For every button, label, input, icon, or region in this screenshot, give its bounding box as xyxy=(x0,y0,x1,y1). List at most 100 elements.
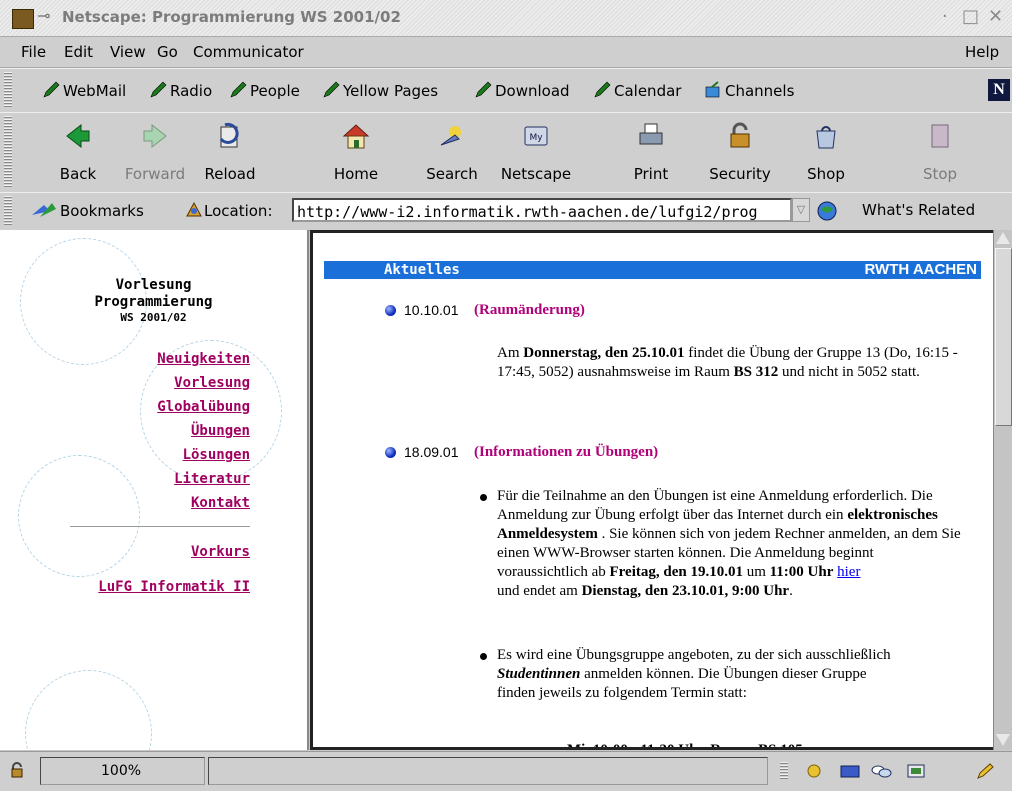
progress-indicator: 100% xyxy=(40,757,205,785)
menu-edit[interactable]: Edit xyxy=(64,43,93,61)
news-date: 10.10.01 xyxy=(404,302,459,318)
location-icon xyxy=(186,201,202,217)
stop-icon xyxy=(931,124,949,148)
nav-link-vorkurs[interactable]: Vorkurs xyxy=(191,544,250,560)
menu-help[interactable]: Help xyxy=(965,43,999,61)
personal-item-radio[interactable]: Radio xyxy=(149,81,212,100)
bookmarks-button[interactable]: Bookmarks xyxy=(30,201,144,220)
status-message xyxy=(208,757,768,785)
whats-related-button[interactable]: What's Related xyxy=(862,201,975,219)
discussions-icon[interactable] xyxy=(870,762,892,780)
pencil-icon xyxy=(43,81,60,98)
pencil-icon xyxy=(150,81,167,98)
list-bullet xyxy=(480,653,487,660)
menu-communicator[interactable]: Communicator xyxy=(193,43,304,61)
url-input[interactable]: http://www-i2.informatik.rwth-aachen.de/… xyxy=(292,198,792,222)
rwth-logo: RWTH AACHEN xyxy=(864,261,978,278)
news-body: Am Donnerstag, den 25.10.01 findet die Ü… xyxy=(497,345,958,380)
navigation-frame: Vorlesung Programmierung WS 2001/02 Neui… xyxy=(0,230,309,750)
news-bullet-icon xyxy=(385,305,396,316)
forward-button[interactable]: Forward xyxy=(115,121,195,187)
gear-decoration xyxy=(25,670,152,750)
gear-decoration xyxy=(18,455,140,577)
location-toolbar: Bookmarks Location: http://www-i2.inform… xyxy=(0,192,1012,231)
netscape-button[interactable]: My Netscape xyxy=(496,121,576,187)
minimize-button[interactable]: · xyxy=(942,6,948,27)
shop-button[interactable]: Shop xyxy=(786,121,866,187)
edit-pencil-icon[interactable] xyxy=(975,762,997,780)
pencil-icon xyxy=(230,81,247,98)
menu-bar: File Edit View Go Communicator Help xyxy=(0,37,1012,68)
news-paragraph: Für die Teilnahme an den Übungen ist ein… xyxy=(497,488,961,599)
content-frame: Aktuelles RWTH AACHEN 10.10.01 (Raumände… xyxy=(310,230,993,750)
mail-icon[interactable] xyxy=(839,762,861,780)
nav-link-loesungen[interactable]: Lösungen xyxy=(183,447,250,463)
shop-icon xyxy=(816,126,836,149)
pencil-icon xyxy=(323,81,340,98)
personal-item-channels[interactable]: Channels xyxy=(704,81,794,100)
pencil-icon xyxy=(594,81,611,98)
forward-arrow-icon xyxy=(143,123,167,149)
nav-link-kontakt[interactable]: Kontakt xyxy=(191,495,250,511)
scroll-up-arrow-icon[interactable] xyxy=(996,232,1010,244)
personal-item-download[interactable]: Download xyxy=(474,81,570,100)
search-icon xyxy=(440,126,461,146)
security-lock-icon xyxy=(730,122,750,148)
navigator-icon[interactable] xyxy=(803,762,825,780)
maximize-button[interactable]: □ xyxy=(962,6,979,27)
composer-icon[interactable] xyxy=(905,762,927,780)
anmeldung-link[interactable]: hier xyxy=(837,564,860,580)
scroll-down-arrow-icon[interactable] xyxy=(996,734,1010,746)
nav-link-vorlesung[interactable]: Vorlesung xyxy=(174,375,250,391)
close-button[interactable]: ✕ xyxy=(988,6,1003,27)
channels-icon xyxy=(705,81,720,98)
toolbar-grip[interactable] xyxy=(4,196,12,226)
netscape-app-icon[interactable] xyxy=(12,9,34,29)
nav-divider xyxy=(70,526,250,527)
nav-link-uebungen[interactable]: Übungen xyxy=(191,423,250,439)
pencil-icon xyxy=(475,81,492,98)
netscape-icon: My xyxy=(524,126,548,146)
security-button[interactable]: Security xyxy=(700,121,780,187)
print-button[interactable]: Print xyxy=(611,121,691,187)
menu-go[interactable]: Go xyxy=(157,43,178,61)
section-title: Aktuelles xyxy=(384,262,460,278)
window-title: Netscape: Programmierung WS 2001/02 xyxy=(62,8,401,26)
reload-button[interactable]: Reload xyxy=(190,121,270,187)
personal-item-people[interactable]: People xyxy=(229,81,300,100)
svg-text:My: My xyxy=(529,133,543,143)
scroll-thumb[interactable] xyxy=(995,248,1012,426)
stop-button[interactable]: Stop xyxy=(900,121,980,187)
tray-grip[interactable] xyxy=(780,762,788,780)
back-button[interactable]: Back xyxy=(38,121,118,187)
pin-icon[interactable]: ⊸ xyxy=(37,6,50,25)
news-heading: (Raumänderung) xyxy=(474,302,585,318)
netscape-n-logo[interactable]: N xyxy=(988,79,1010,101)
list-bullet xyxy=(480,494,487,501)
personal-item-calendar[interactable]: Calendar xyxy=(593,81,681,100)
nav-link-neuigkeiten[interactable]: Neuigkeiten xyxy=(157,351,250,367)
news-date: 18.09.01 xyxy=(404,444,459,460)
home-button[interactable]: Home xyxy=(316,121,396,187)
toolbar-grip[interactable] xyxy=(4,116,12,188)
course-semester: WS 2001/02 xyxy=(120,311,187,324)
url-dropdown-button[interactable]: ▽ xyxy=(792,198,810,222)
personal-item-yellow-pages[interactable]: Yellow Pages xyxy=(322,81,438,100)
nav-link-literatur[interactable]: Literatur xyxy=(174,471,250,487)
nav-link-lufg[interactable]: LuFG Informatik II xyxy=(98,579,250,595)
news-bullet-icon xyxy=(385,447,396,458)
toolbar-grip[interactable] xyxy=(4,72,12,108)
print-icon xyxy=(639,123,663,145)
personal-item-webmail[interactable]: WebMail xyxy=(42,81,126,100)
nav-link-globaluebung[interactable]: Globalübung xyxy=(157,399,250,415)
security-lock-icon[interactable] xyxy=(9,762,25,778)
bookmarks-icon xyxy=(32,203,56,217)
menu-file[interactable]: File xyxy=(21,43,46,61)
home-icon xyxy=(342,124,370,149)
vertical-scrollbar[interactable] xyxy=(993,230,1012,750)
news-termin: Mi, 10:00 - 11:30 Uhr, Raum: BS 105 xyxy=(567,742,803,750)
whats-related-icon[interactable] xyxy=(816,200,840,222)
search-button[interactable]: Search xyxy=(412,121,492,187)
personal-toolbar: WebMail Radio People Yellow Pages Downlo… xyxy=(0,68,1012,113)
menu-view[interactable]: View xyxy=(110,43,146,61)
